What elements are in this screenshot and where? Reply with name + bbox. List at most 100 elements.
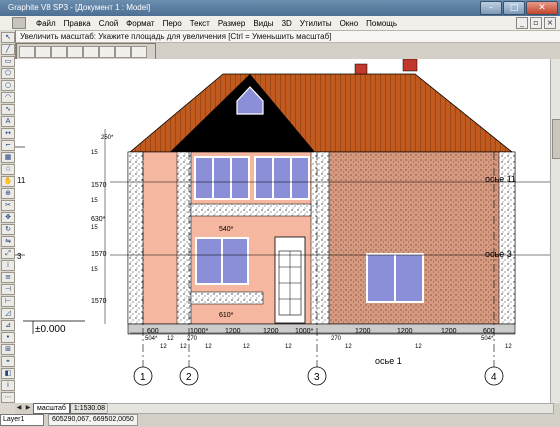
dimension-tool-icon[interactable]: ↔ — [1, 128, 15, 139]
menu-edit[interactable]: Правка — [60, 19, 95, 28]
layer-select[interactable]: Layer1 — [0, 414, 44, 426]
dim-label: 15 — [91, 267, 98, 273]
pen-icon[interactable] — [99, 46, 115, 58]
dim-label: 1570 — [91, 251, 107, 258]
menu-views[interactable]: Виды — [249, 19, 277, 28]
point-tool-icon[interactable]: • — [1, 332, 15, 343]
menu-text[interactable]: Текст — [186, 19, 214, 28]
bottom-bar: ◀ ▶ масштаб 1:1530.08 Layer1 605290,067,… — [0, 402, 560, 427]
menu-help[interactable]: Помощь — [362, 19, 401, 28]
break-tool-icon[interactable]: ⊣ — [1, 284, 15, 295]
doc-minimize-button[interactable]: _ — [516, 17, 528, 29]
snap-tool-icon[interactable]: ⌖ — [1, 356, 15, 367]
dim-label: 630* — [91, 216, 106, 223]
scale-tool-icon[interactable]: ⤢ — [1, 248, 15, 259]
menu-dimension[interactable]: Размер — [214, 19, 250, 28]
doc-close-button[interactable]: × — [544, 17, 556, 29]
offset-tool-icon[interactable]: ≡ — [1, 272, 15, 283]
dim-label: 12 — [505, 344, 512, 350]
dim-label: 1200 — [355, 328, 371, 335]
scale-readout: 1:1530.08 — [69, 402, 110, 414]
move-tool-icon[interactable]: ✥ — [1, 212, 15, 223]
measure-tool-icon[interactable]: ⊿ — [1, 320, 15, 331]
zoom-tool-icon[interactable]: ⊕ — [1, 188, 15, 199]
polygon-tool-icon[interactable]: ⬠ — [1, 68, 15, 79]
maximize-button[interactable]: □ — [503, 1, 525, 15]
grid-tool-icon[interactable]: ⊞ — [1, 344, 15, 355]
dim-label: 12 — [167, 336, 174, 342]
pen-icon[interactable] — [115, 46, 131, 58]
dim-label: 1200 — [397, 328, 413, 335]
drawing-canvas[interactable]: 11 3 ±0.000 250* 15 1570 15 630* 15 1570… — [15, 59, 550, 403]
pan-tool-icon[interactable]: ✋ — [1, 176, 15, 187]
pen-icon[interactable] — [35, 46, 51, 58]
dim-label: 12 — [243, 344, 250, 350]
dim-label: 12 — [180, 344, 187, 350]
menu-window[interactable]: Окно — [336, 19, 363, 28]
minimize-button[interactable]: – — [480, 1, 502, 15]
dim-label: 1200 — [441, 328, 457, 335]
join-tool-icon[interactable]: ⊢ — [1, 296, 15, 307]
document-icon[interactable] — [12, 17, 26, 29]
line-tool-icon[interactable]: ╱ — [1, 44, 15, 55]
chamfer-tool-icon[interactable]: ◿ — [1, 308, 15, 319]
rotate-tool-icon[interactable]: ↻ — [1, 224, 15, 235]
menu-pen[interactable]: Перо — [159, 19, 186, 28]
axis-bubble: 2 — [186, 372, 192, 383]
dim-label: 12 — [415, 344, 422, 350]
window — [194, 156, 250, 200]
extra-tool-icon[interactable]: ⋯ — [1, 392, 15, 403]
curve-tool-icon[interactable]: ∿ — [1, 104, 15, 115]
dim-label: 15 — [91, 225, 98, 231]
layer-tool-icon[interactable]: ◧ — [1, 368, 15, 379]
left-toolbar: ↖ ╱ ▭ ⬠ ○ ◠ ∿ A ↔ ⌐ ▦ ☆ ✋ ⊕ ✂ ✥ ↻ ⇋ ⤢ ⁞ … — [0, 30, 16, 417]
tab-first-icon[interactable]: ◀ — [15, 404, 23, 412]
dim-label: 1570 — [91, 298, 107, 305]
pen-icon[interactable] — [67, 46, 83, 58]
dim-label: 600 — [147, 328, 159, 335]
axis-label: осье 3 — [485, 249, 512, 259]
trim-tool-icon[interactable]: ✂ — [1, 200, 15, 211]
fillet-tool-icon[interactable]: ⌐ — [1, 140, 15, 151]
pen-icon[interactable] — [51, 46, 67, 58]
tab-next-icon[interactable]: ▶ — [24, 404, 32, 412]
dim-label: 610* — [219, 312, 234, 319]
pen-icon[interactable] — [19, 46, 35, 58]
arc-tool-icon[interactable]: ◠ — [1, 92, 15, 103]
circle-tool-icon[interactable]: ○ — [1, 80, 15, 91]
text-tool-icon[interactable]: A — [1, 116, 15, 127]
window — [254, 156, 310, 200]
menu-utilities[interactable]: Утилиты — [296, 19, 336, 28]
array-tool-icon[interactable]: ⁞ — [1, 260, 15, 271]
close-button[interactable]: ✕ — [526, 1, 558, 15]
dim-label: 1000* — [190, 328, 209, 335]
menu-file[interactable]: Файл — [32, 19, 60, 28]
dim-label: 12 — [205, 344, 212, 350]
menu-layer[interactable]: Слой — [95, 19, 122, 28]
pen-icon[interactable] — [131, 46, 147, 58]
mirror-tool-icon[interactable]: ⇋ — [1, 236, 15, 247]
dim-label: 1200 — [225, 328, 241, 335]
dim-label: 250* — [101, 135, 114, 141]
axis-bubble: 3 — [314, 372, 320, 383]
box-tool-icon[interactable]: ▭ — [1, 56, 15, 67]
horizontal-scrollbar[interactable] — [107, 403, 554, 414]
hatch-tool-icon[interactable]: ▦ — [1, 152, 15, 163]
chimney — [354, 63, 368, 75]
dim-label: 12 — [160, 344, 167, 350]
vertical-scrollbar[interactable] — [550, 59, 560, 403]
info-tool-icon[interactable]: i — [1, 380, 15, 391]
pen-icon[interactable] — [83, 46, 99, 58]
doc-restore-button[interactable]: ▫ — [530, 17, 542, 29]
menu-format[interactable]: Формат — [122, 19, 158, 28]
command-prompt: Увеличить масштаб: Укажите площадь для у… — [14, 31, 560, 43]
dim-label: 15 — [91, 198, 98, 204]
menu-3d[interactable]: 3D — [278, 19, 296, 28]
arrow-tool-icon[interactable]: ↖ — [1, 32, 15, 43]
symbol-tool-icon[interactable]: ☆ — [1, 164, 15, 175]
dim-label: 12 — [285, 344, 292, 350]
dim-label: 12 — [345, 344, 352, 350]
left-axis-label: 11 — [17, 176, 26, 185]
tab-model[interactable]: масштаб — [33, 402, 70, 414]
elevation-drawing: 11 3 ±0.000 250* 15 1570 15 630* 15 1570… — [15, 59, 550, 386]
